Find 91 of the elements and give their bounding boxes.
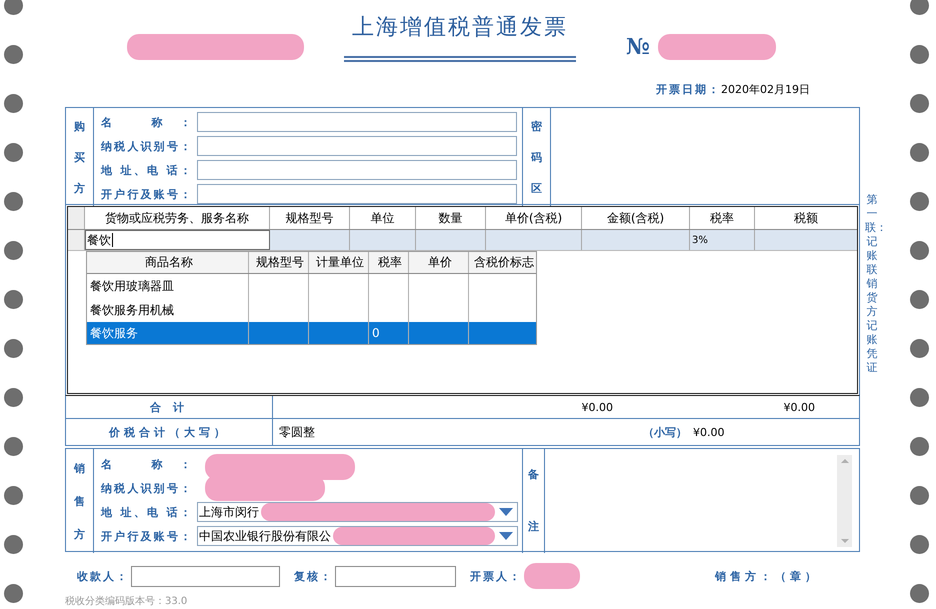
input-field[interactable] [197,112,517,132]
punch-hole-icon [4,290,23,309]
version-text: 税收分类编码版本号：33.0 [65,594,188,608]
column-header: 单位 [350,207,416,229]
column-header: 金额(含税) [582,207,690,229]
total-in-words: 零圆整 [278,424,316,440]
field-label: 名 称： [101,114,191,130]
scroll-up-icon[interactable] [840,459,848,463]
punch-hole-icon [4,339,23,358]
signature-label: 开票人： [470,568,522,584]
punch-hole-icon [4,143,23,162]
column-header: 税率 [690,207,755,229]
column-header: 税率 [369,252,409,273]
signature-label: 复核： [294,568,333,584]
column-header: 单价 [409,252,469,273]
tax-total: ¥0.00 [782,400,815,414]
total-in-figures: ¥0.00 [693,426,726,438]
punch-hole-icon [910,290,929,309]
table-cell [350,230,416,250]
row-label: 价税合计（大写） [66,419,273,445]
field-label: 名 称： [101,456,191,472]
input-field[interactable] [197,184,517,204]
column-header: 规格型号 [249,252,309,273]
number-label: № [626,34,650,60]
redaction-mark [524,563,580,589]
field-label: 纳税人识别号： [101,138,191,154]
row-label: 合 计 [66,396,273,418]
scroll-down-icon[interactable] [840,539,848,543]
column-header: 计量单位 [309,252,369,273]
select-field[interactable]: 上海市闵行 [197,502,518,522]
date-value: 2020年02月19日 [721,82,810,97]
punch-hole-icon [4,486,23,505]
field-label: 地 址、电 话： [101,504,191,520]
punch-hole-icon [4,437,23,456]
punch-hole-icon [910,0,929,15]
table-cell: 3% [690,230,755,250]
row-header [68,207,85,229]
field-label: 开户行及账号： [101,528,191,544]
punch-hole-icon [910,535,929,554]
input-field[interactable] [131,566,280,586]
select-field[interactable]: 中国农业银行股份有限公 [197,526,518,546]
seal-label: 销售方：（章） [715,568,820,584]
table-cell [416,230,486,250]
input-field[interactable] [197,160,517,180]
section-label: 购买方 [66,108,94,206]
suggestion-row[interactable]: 餐饮服务 0 [87,322,536,344]
punch-hole-icon [910,241,929,260]
punch-hole-icon [910,45,929,64]
punch-hole-icon [910,339,929,358]
field-label: 开户行及账号： [101,186,191,202]
column-header: 单价(含税) [486,207,582,229]
column-header: 货物或应税劳务、服务名称 [85,207,270,229]
punch-hole-icon [910,192,929,211]
column-header: 税额 [793,210,819,226]
punch-hole-icon [910,486,929,505]
punch-hole-icon [4,192,23,211]
punch-hole-icon [4,584,23,603]
punch-hole-icon [4,0,23,15]
punch-hole-icon [4,45,23,64]
column-header: 规格型号 [270,207,350,229]
punch-hole-icon [4,388,23,407]
dropdown-arrow-icon[interactable] [499,508,513,516]
input-field[interactable] [197,136,517,156]
field-label: 地 址、电 话： [101,162,191,178]
amount-total: ¥0.00 [580,400,613,414]
section-label: 密码区 [523,108,551,206]
field-label: 纳税人识别号： [101,480,191,496]
name-input[interactable]: 餐饮 [85,230,270,250]
punch-hole-icon [910,388,929,407]
punch-hole-icon [4,241,23,260]
figures-label: （小写） [643,424,688,440]
punch-hole-icon [910,143,929,162]
column-header: 商品名称 [87,252,249,273]
section-label: 销售方 [66,449,94,553]
date-label: 开票日期： [656,82,721,97]
signature-label: 收款人： [77,568,129,584]
column-header: 数量 [416,207,486,229]
row-header [68,230,85,250]
section-label: 备注 [523,449,545,553]
punch-hole-icon [910,584,929,603]
column-header: 含税价标志 [473,254,535,271]
punch-hole-icon [910,437,929,456]
text-cursor [112,233,113,247]
dropdown-arrow-icon[interactable] [499,532,513,540]
punch-hole-icon [910,94,929,113]
invoice-title: 上海增值税普通发票 [351,14,569,42]
punch-hole-icon [4,535,23,554]
input-field[interactable] [335,566,456,586]
suggestion-row[interactable]: 餐饮用玻璃器皿 [87,274,536,298]
punch-hole-icon [4,94,23,113]
scrollbar[interactable] [837,455,852,547]
